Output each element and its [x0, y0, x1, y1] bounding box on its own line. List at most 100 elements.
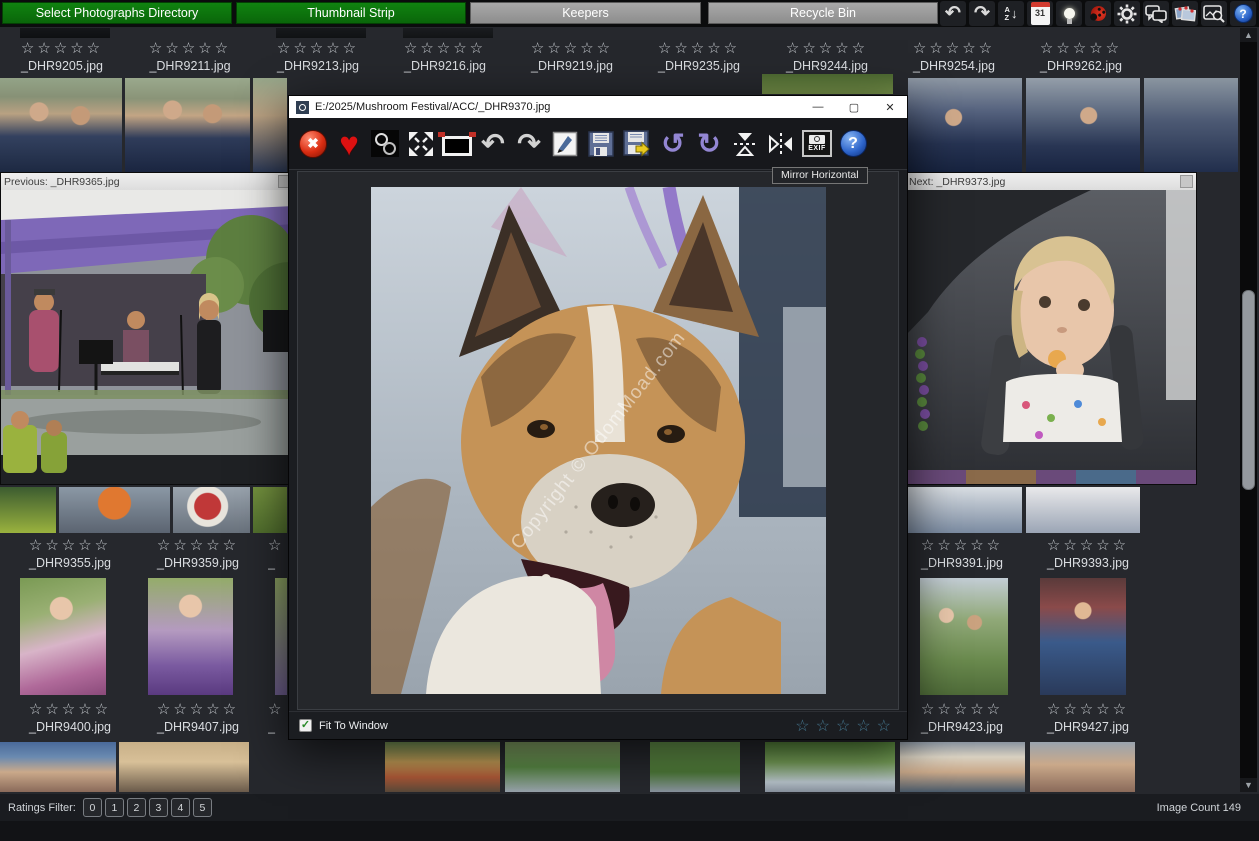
thumbnail-photo[interactable]	[0, 78, 122, 172]
redo-button[interactable]: ↷	[969, 1, 995, 26]
fit-to-window-checkbox[interactable]: ✓	[299, 719, 312, 732]
thumbnail-photo[interactable]	[1026, 78, 1140, 172]
close-button[interactable]: ✕	[875, 97, 905, 117]
thumbnail-cell[interactable]: ☆☆☆☆☆ _DHR9355.jpg	[10, 536, 130, 571]
thumbnail-cell[interactable]: ☆☆☆☆☆ _DHR9219.jpg	[510, 39, 634, 74]
feedback-button[interactable]	[1143, 1, 1169, 26]
lock-handcuffs-button[interactable]	[368, 124, 402, 164]
scrollbar-thumb[interactable]	[1242, 290, 1255, 490]
maximize-button[interactable]: ▢	[839, 97, 869, 117]
star-rating[interactable]: ☆☆☆☆☆	[256, 39, 380, 58]
thumbnail-photo[interactable]	[1026, 487, 1140, 533]
save-as-button[interactable]	[620, 124, 654, 164]
thumbnail-photo[interactable]	[908, 487, 1022, 533]
sort-by-date-button[interactable]: 31	[1027, 1, 1053, 26]
thumbnail-cell[interactable]: ☆☆☆☆☆ _DHR9407.jpg	[138, 700, 258, 735]
thumbnail-cell[interactable]: ☆☆☆☆☆ _DHR9205.jpg	[0, 39, 124, 74]
exif-button[interactable]: EXIF	[800, 124, 834, 164]
star-rating[interactable]: ☆☆☆☆☆	[383, 39, 507, 58]
thumbnail-photo[interactable]	[125, 78, 250, 172]
filter-4-button[interactable]: 4	[171, 798, 190, 817]
thumbnail-cell[interactable]: ☆☆☆☆☆ _DHR9427.jpg	[1028, 700, 1148, 735]
crop-button[interactable]	[440, 124, 474, 164]
favorite-button[interactable]: ♥	[332, 124, 366, 164]
next-panel-image[interactable]	[906, 190, 1196, 489]
help-button[interactable]: ?	[1230, 1, 1256, 26]
star-rating[interactable]: ☆☆☆☆☆	[138, 536, 258, 555]
dialog-titlebar[interactable]: E:/2025/Mushroom Festival/ACC/_DHR9370.j…	[289, 96, 907, 118]
sort-by-name-button[interactable]: AZ ↓	[998, 1, 1024, 26]
star-rating[interactable]: ☆☆☆☆☆	[138, 700, 258, 719]
rotate-left-button[interactable]: ↺	[656, 124, 690, 164]
thumbnail-cell[interactable]: ☆☆☆☆☆ _DHR9244.jpg	[765, 39, 889, 74]
filter-1-button[interactable]: 1	[105, 798, 124, 817]
save-button[interactable]	[584, 124, 618, 164]
recycle-bin-button[interactable]: Recycle Bin	[708, 2, 938, 24]
thumbnail-photo[interactable]	[276, 28, 366, 38]
thumbnail-photo[interactable]	[908, 78, 1022, 172]
star-rating[interactable]: ☆☆☆☆☆	[0, 39, 124, 58]
thumbnail-photo[interactable]	[920, 578, 1008, 695]
thumbnail-photo[interactable]	[20, 578, 106, 695]
star-rating[interactable]: ☆☆☆☆☆	[637, 39, 761, 58]
star-rating[interactable]: ☆☆☆☆☆	[10, 536, 130, 555]
image-search-button[interactable]	[1201, 1, 1227, 26]
previous-panel-image[interactable]	[1, 190, 294, 489]
thumbnail-photo[interactable]	[173, 487, 250, 533]
minimize-button[interactable]: —	[803, 97, 833, 117]
reject-button[interactable]: ✖	[296, 124, 330, 164]
thumbnail-photo[interactable]	[20, 28, 110, 38]
settings-button[interactable]	[1114, 1, 1140, 26]
thumbnail-photo[interactable]	[1144, 78, 1238, 172]
thumbnail-cell[interactable]: ☆☆☆☆☆ _DHR9359.jpg	[138, 536, 258, 571]
thumbnail-photo[interactable]	[253, 487, 287, 533]
thumbnail-photo[interactable]	[0, 742, 116, 792]
keepers-button[interactable]: Keepers	[470, 2, 701, 24]
star-rating[interactable]: ☆☆☆☆☆	[128, 39, 252, 58]
undo-edit-button[interactable]: ↶	[476, 124, 510, 164]
thumbnail-photo[interactable]	[0, 487, 56, 533]
star-rating[interactable]: ☆☆☆☆☆	[902, 536, 1022, 555]
tips-button[interactable]	[1056, 1, 1082, 26]
scroll-up-button[interactable]: ▲	[1240, 28, 1257, 42]
select-directory-button[interactable]: Select Photographs Directory	[2, 2, 232, 24]
thumbnail-cell-partial[interactable]: ☆ _	[268, 536, 288, 571]
thumbnail-cell[interactable]: ☆☆☆☆☆ _DHR9216.jpg	[383, 39, 507, 74]
bug-report-button[interactable]	[1085, 1, 1111, 26]
thumbnail-cell-partial[interactable]: ☆ _	[268, 700, 288, 735]
thumbnail-cell[interactable]: ☆☆☆☆☆ _DHR9423.jpg	[902, 700, 1022, 735]
star-rating[interactable]: ☆☆☆☆☆	[902, 700, 1022, 719]
filter-5-button[interactable]: 5	[193, 798, 212, 817]
flip-vertical-button[interactable]	[728, 124, 762, 164]
thumbnail-photo[interactable]	[765, 742, 895, 792]
thumbnail-cell[interactable]: ☆☆☆☆☆ _DHR9262.jpg	[1019, 39, 1143, 74]
rotate-right-button[interactable]: ↻	[692, 124, 726, 164]
mirror-horizontal-button[interactable]	[764, 124, 798, 164]
thumbnail-photo[interactable]	[1030, 742, 1135, 792]
undo-button[interactable]: ↶	[940, 1, 966, 26]
thumbnail-photo[interactable]	[650, 742, 740, 792]
star-rating[interactable]: ☆☆☆☆☆	[765, 39, 889, 58]
star-rating[interactable]: ☆☆☆☆☆	[510, 39, 634, 58]
thumbnail-strip-button[interactable]: Thumbnail Strip	[236, 2, 466, 24]
fullscreen-button[interactable]	[404, 124, 438, 164]
redo-edit-button[interactable]: ↷	[512, 124, 546, 164]
vertical-scrollbar[interactable]: ▲ ▼	[1240, 28, 1257, 792]
thumbnail-photo[interactable]	[385, 742, 500, 792]
thumbnail-cell[interactable]: ☆☆☆☆☆ _DHR9235.jpg	[637, 39, 761, 74]
thumbnail-photo[interactable]	[59, 487, 170, 533]
star-rating[interactable]: ☆☆☆☆☆	[1019, 39, 1143, 58]
thumbnail-cell[interactable]: ☆☆☆☆☆ _DHR9391.jpg	[902, 536, 1022, 571]
thumbnail-photo[interactable]	[505, 742, 620, 792]
thumbnail-cell[interactable]: ☆☆☆☆☆ _DHR9393.jpg	[1028, 536, 1148, 571]
star-rating[interactable]: ☆☆☆☆☆	[10, 700, 130, 719]
filter-2-button[interactable]: 2	[127, 798, 146, 817]
thumbnail-cell[interactable]: ☆☆☆☆☆ _DHR9400.jpg	[10, 700, 130, 735]
star-rating[interactable]: ☆☆☆☆☆	[1028, 536, 1148, 555]
thumbnail-photo[interactable]	[253, 78, 287, 172]
main-photo[interactable]: Copyright © OdomMoad.com	[371, 187, 826, 694]
thumbnail-cell[interactable]: ☆☆☆☆☆ _DHR9213.jpg	[256, 39, 380, 74]
star-rating[interactable]: ☆☆☆☆☆	[892, 39, 1016, 58]
viewer-help-button[interactable]: ?	[836, 124, 870, 164]
filter-0-button[interactable]: 0	[83, 798, 102, 817]
